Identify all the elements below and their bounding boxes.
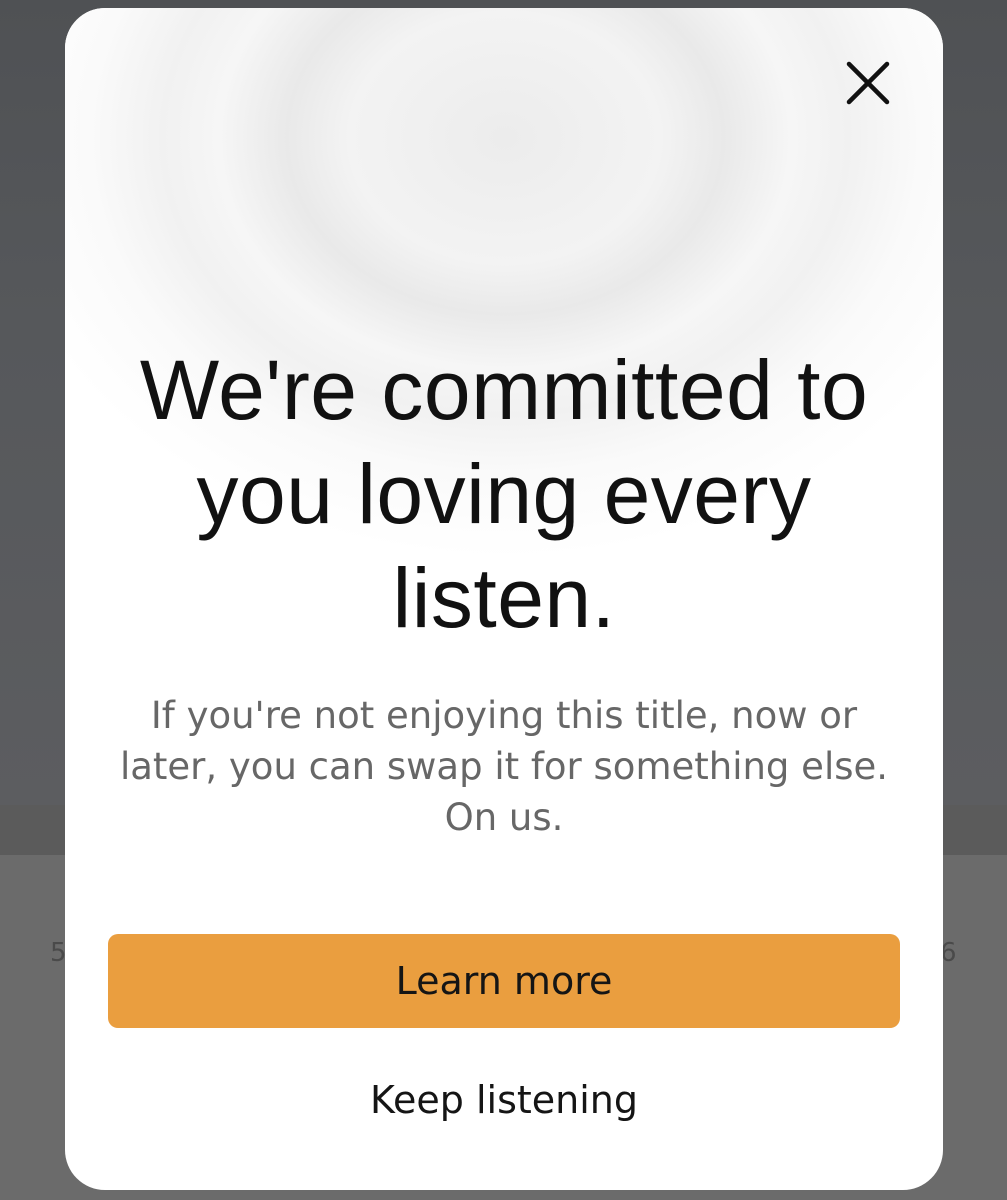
description-line-1: If you're not enjoying this title, now o… xyxy=(150,694,858,737)
close-icon xyxy=(846,61,890,105)
close-button[interactable] xyxy=(843,58,893,108)
headline-line-1: We're committed to xyxy=(139,343,869,437)
headline-line-2: you loving every xyxy=(196,447,812,541)
description-line-3: On us. xyxy=(444,796,564,839)
headline-line-3: listen. xyxy=(392,551,616,645)
learn-more-button[interactable]: Learn more xyxy=(108,934,900,1028)
swap-title-modal: We're committed to you loving every list… xyxy=(65,8,943,1190)
modal-description: If you're not enjoying this title, now o… xyxy=(105,690,903,843)
modal-headline: We're committed to you loving every list… xyxy=(105,338,903,650)
description-line-2: later, you can swap it for something els… xyxy=(119,745,889,788)
keep-listening-button[interactable]: Keep listening xyxy=(108,1070,900,1130)
